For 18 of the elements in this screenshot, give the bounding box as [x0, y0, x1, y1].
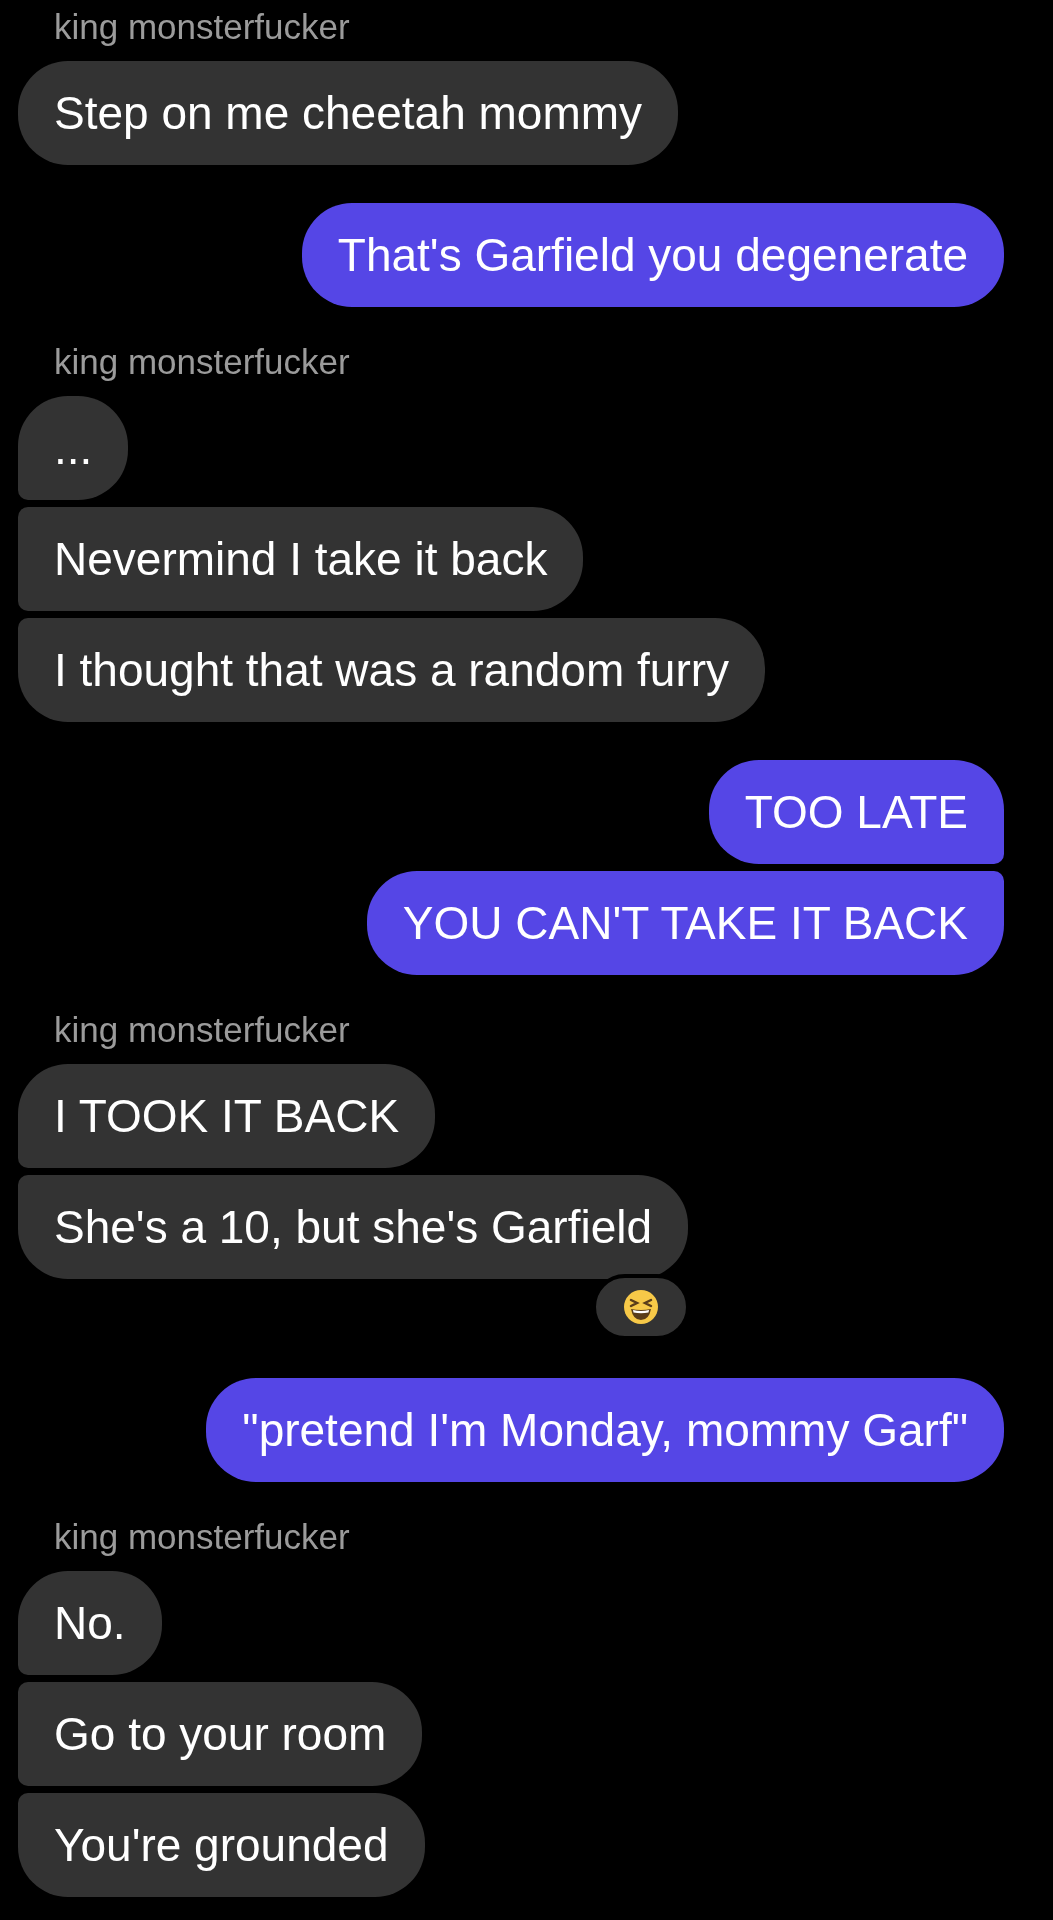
message-bubble: No. — [18, 1571, 162, 1675]
sender-name: king monsterfucker — [54, 1013, 350, 1047]
message-bubble: ... — [18, 396, 129, 500]
message-bubble: I TOOK IT BACK — [18, 1064, 436, 1168]
message-bubble: I thought that was a random furry — [18, 618, 766, 722]
message-bubble: Step on me cheetah mommy — [18, 61, 679, 165]
message-bubble: She's a 10, but she's Garfield — [18, 1175, 689, 1279]
message-bubble: "pretend I'm Monday, mommy Garf" — [206, 1378, 1004, 1482]
laughing-emoji-icon — [623, 1289, 660, 1325]
message-bubble: You're grounded — [18, 1793, 425, 1897]
sender-name: king monsterfucker — [54, 10, 350, 44]
sender-name: king monsterfucker — [54, 345, 350, 379]
sender-name: king monsterfucker — [54, 1520, 350, 1554]
message-bubble: That's Garfield you degenerate — [301, 203, 1004, 307]
message-bubble: TOO LATE — [708, 760, 1004, 864]
message-bubble: YOU CAN'T TAKE IT BACK — [366, 871, 1004, 975]
message-bubble: Nevermind I take it back — [18, 507, 584, 611]
message-bubble: Go to your room — [18, 1682, 423, 1786]
